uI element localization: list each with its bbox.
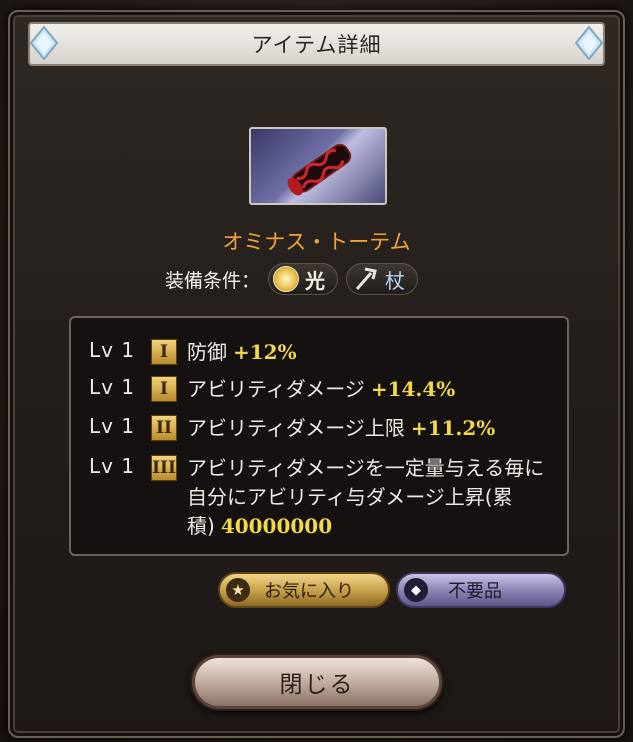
- skill-level: Lv 1: [89, 454, 136, 478]
- skill-level: Lv 1: [89, 375, 136, 399]
- element-badge: 光: [268, 263, 339, 295]
- skill-row: Lv 1 II アビリティダメージ上限 +11.2%: [89, 414, 545, 443]
- skill-rank-icon: I: [151, 339, 177, 365]
- light-element-icon: [273, 266, 300, 292]
- skill-list: Lv 1 I 防御 +12% Lv 1 I アビリティダメージ +14.4% Lv …: [69, 316, 569, 556]
- item-name: オミナス・トーテム: [222, 230, 411, 254]
- equip-conditions: 装備条件： 光 杖: [165, 262, 419, 296]
- skill-rank-icon: I: [151, 376, 177, 402]
- close-label: 閉じる: [279, 672, 355, 698]
- dialog-title: アイテム詳細: [251, 33, 382, 57]
- skill-level: Lv 1: [89, 338, 136, 362]
- diamond-ornament-icon: [575, 26, 603, 60]
- staff-icon: [355, 267, 377, 290]
- item-image: [249, 127, 387, 205]
- skill-level: Lv 1: [89, 414, 136, 438]
- skill-row: Lv 1 I 防御 +12%: [89, 338, 545, 367]
- skill-rank-icon: III: [151, 455, 177, 481]
- close-button[interactable]: 閉じる: [192, 655, 442, 709]
- skill-row: Lv 1 III アビリティダメージを一定量与える毎に自分にアビリティ与ダメージ…: [89, 454, 545, 541]
- favorite-label: お気に入り: [264, 581, 354, 602]
- diamond-ornament-icon: [30, 26, 58, 60]
- junk-label: 不要品: [448, 581, 502, 602]
- skill-value: 40000000: [220, 514, 333, 538]
- weapon-type-badge: 杖: [346, 263, 419, 295]
- equip-conditions-label: 装備条件：: [165, 269, 261, 292]
- skill-description: 防御 +12%: [187, 340, 297, 364]
- skill-description: アビリティダメージ上限 +11.2%: [187, 416, 496, 440]
- mark-junk-button[interactable]: ◆ 不要品: [396, 572, 566, 608]
- star-icon: ★: [226, 578, 250, 602]
- weapon-type-label: 杖: [385, 268, 406, 293]
- dialog-title-bar: アイテム詳細: [28, 22, 605, 66]
- skill-value: +14.4%: [370, 377, 456, 401]
- element-label: 光: [305, 268, 326, 293]
- skill-description: アビリティダメージを一定量与える毎に自分にアビリティ与ダメージ上昇(累積) 400…: [187, 456, 545, 538]
- skill-rank-icon: II: [151, 415, 177, 441]
- junk-icon: ◆: [404, 578, 428, 602]
- skill-value: +12%: [233, 340, 297, 364]
- skill-description: アビリティダメージ +14.4%: [187, 377, 456, 401]
- skill-row: Lv 1 I アビリティダメージ +14.4%: [89, 375, 545, 404]
- favorite-button[interactable]: ★ お気に入り: [218, 572, 390, 608]
- skill-value: +11.2%: [410, 416, 496, 440]
- totem-icon: [287, 143, 352, 196]
